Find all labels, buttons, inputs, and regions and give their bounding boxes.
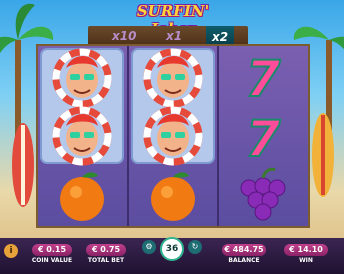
- svg-text:7: 7: [246, 50, 281, 106]
- surfboard-left-icon: [12, 123, 34, 207]
- autoplay-icon[interactable]: ↻: [188, 240, 202, 254]
- svg-text:7: 7: [246, 110, 281, 166]
- total-bet-display[interactable]: € 0.75: [86, 244, 126, 256]
- seven-icon: 7: [245, 49, 282, 109]
- balance-label: BALANCE: [228, 257, 260, 264]
- grapes-icon: [240, 167, 286, 221]
- multiplier-x10: x10: [112, 29, 137, 43]
- game-screen: SURFIN' Joker x10 x1 x2: [0, 0, 344, 274]
- reel-1-joker-stack: [38, 46, 126, 166]
- coin-value-label: COIN VALUE: [31, 257, 73, 264]
- reel-1-row-3-symbol: [38, 166, 126, 226]
- settings-icon[interactable]: ⚙: [142, 240, 156, 254]
- reel-3-row-1-symbol: 7: [219, 46, 307, 109]
- coin-value-display[interactable]: € 0.15: [32, 244, 72, 256]
- orange-icon: [60, 172, 104, 221]
- reel-2-row-3-symbol: [129, 166, 217, 226]
- joker-wild-icon: [40, 48, 124, 166]
- spin-button[interactable]: 36: [160, 237, 184, 261]
- reel-grid: 7 7: [36, 44, 310, 228]
- total-bet-label: TOTAL BET: [87, 257, 125, 264]
- reel-3-row-3-symbol: [219, 166, 307, 226]
- balance-display: € 484.75: [222, 244, 266, 256]
- orange-icon: [151, 172, 195, 221]
- reel-3-row-2-symbol: 7: [219, 106, 307, 169]
- game-logo: SURFIN' Joker: [136, 2, 210, 38]
- win-label: WIN: [299, 257, 313, 264]
- surfboard-right-icon: [312, 113, 334, 197]
- win-display: € 14.10: [284, 244, 328, 256]
- info-button[interactable]: i: [4, 244, 18, 258]
- reel-2-joker-stack: [129, 46, 217, 166]
- multiplier-x1: x1: [166, 29, 183, 43]
- joker-wild-icon: [131, 48, 215, 166]
- seven-icon: 7: [245, 109, 282, 169]
